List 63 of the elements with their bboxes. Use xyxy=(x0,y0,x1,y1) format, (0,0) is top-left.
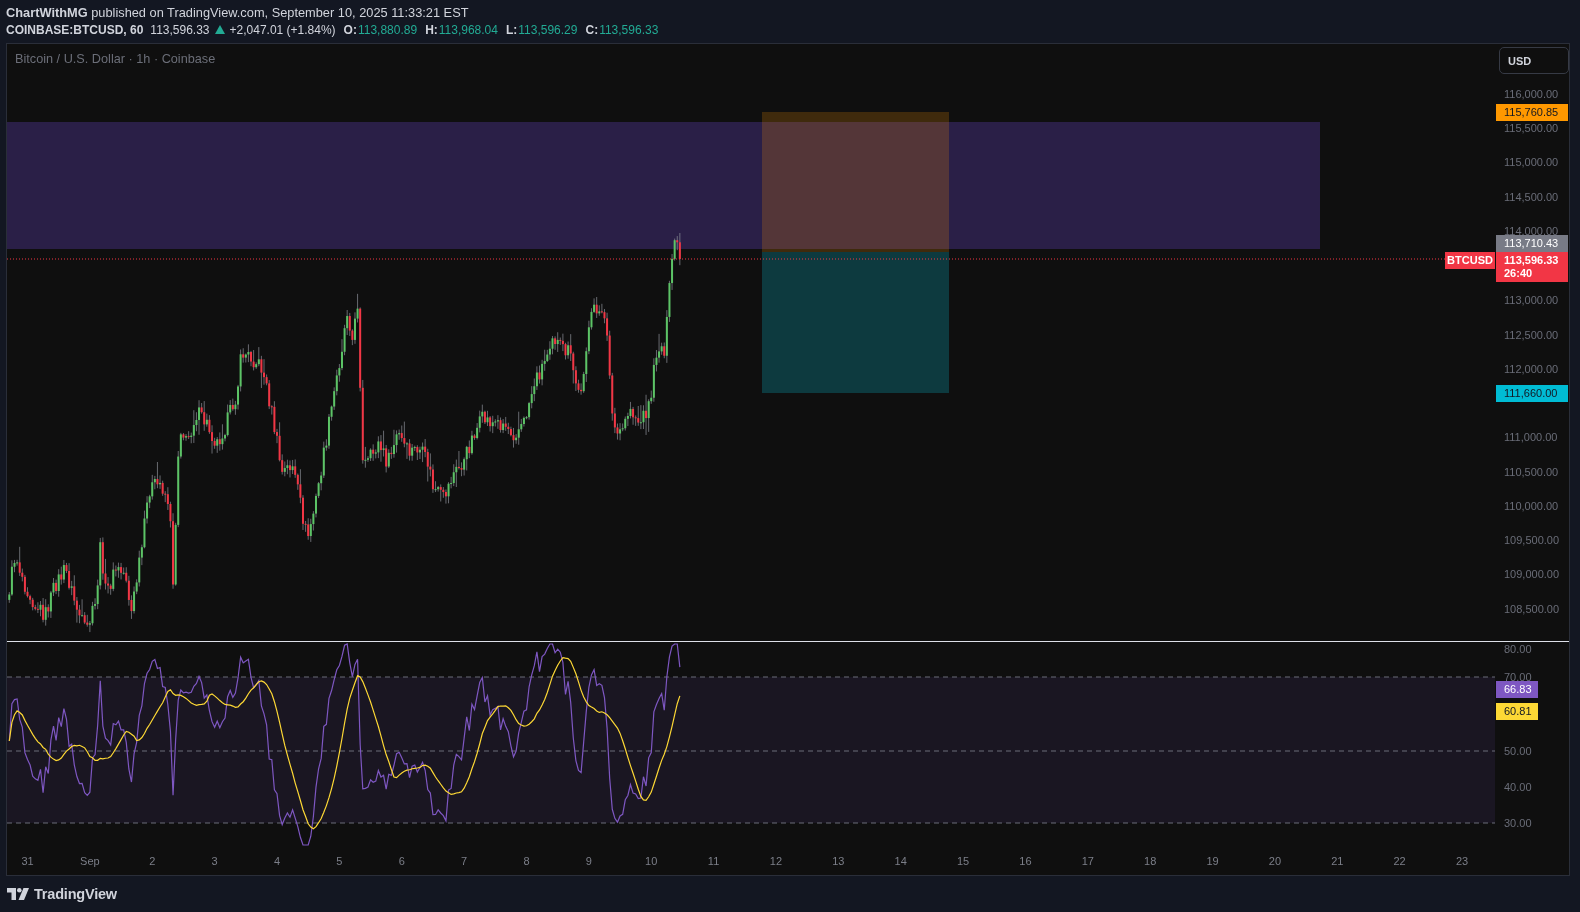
price-scale-label: 114,500.00 xyxy=(1504,190,1559,204)
currency-button[interactable]: USD xyxy=(1499,47,1569,74)
price-scale-label: 109,500.00 xyxy=(1504,533,1560,547)
price-scale-label: 115,000.00 xyxy=(1504,155,1559,169)
price-scale-label: 115,500.00 xyxy=(1504,121,1559,135)
ohlc-reading: L:113,596.29 xyxy=(505,22,578,37)
time-scale-label: 13 xyxy=(832,854,845,868)
indicator-value-label: 66.83 xyxy=(1496,681,1538,698)
time-scale-label: 18 xyxy=(1144,854,1157,868)
indicator-value-label: 60.81 xyxy=(1496,703,1538,720)
price-scale-label: 114,000.00 xyxy=(1504,224,1559,238)
time-scale-label: 4 xyxy=(273,854,281,868)
price-scale-label: 112,500.00 xyxy=(1504,328,1559,342)
price-scale-label: 109,000.00 xyxy=(1504,567,1560,581)
rsi-scale-label: 50.00 xyxy=(1504,744,1532,758)
rsi-scale-label: 30.00 xyxy=(1504,816,1532,830)
time-scale-label: 5 xyxy=(336,854,343,868)
time-scale-label: 21 xyxy=(1331,854,1344,868)
time-scale-label: 17 xyxy=(1081,854,1094,868)
time-scale-label: 19 xyxy=(1206,854,1219,868)
ohlc-reading: O:113,880.89 xyxy=(343,22,418,37)
price-scale-label: 113,000.00 xyxy=(1504,293,1559,307)
time-scale-label: 10 xyxy=(645,854,658,868)
price-scale-label: 116,000.00 xyxy=(1504,87,1559,101)
last-price: 113,596.33 xyxy=(150,22,210,37)
price-label: 113,710.43 xyxy=(1496,235,1568,252)
chart-title: Bitcoin / U.S. Dollar · 1h · Coinbase xyxy=(15,52,216,66)
time-scale-label: 11 xyxy=(707,854,720,868)
time-scale-label: 7 xyxy=(461,854,468,868)
rsi-scale-label: 70.00 xyxy=(1504,670,1532,684)
price-label: 111,660.00 xyxy=(1496,385,1568,402)
time-scale-label: 8 xyxy=(523,854,530,868)
time-scale-label: 2 xyxy=(149,854,156,868)
time-scale-label: 31 xyxy=(21,854,34,868)
rsi-scale-label: 40.00 xyxy=(1504,780,1532,794)
symbol-name: COINBASE:BTCUSD, 60 xyxy=(6,22,144,37)
time-scale-label: 9 xyxy=(585,854,592,868)
price-label: 115,760.85 xyxy=(1496,104,1568,121)
price-scale-label: 110,500.00 xyxy=(1504,465,1559,479)
time-scale-label: 20 xyxy=(1268,854,1281,868)
price-change: +2,047.01 (+1.84%) xyxy=(229,22,336,37)
time-scale-label: 3 xyxy=(211,854,218,868)
brand-name: TradingView xyxy=(34,886,117,902)
price-scale-label: 112,000.00 xyxy=(1504,362,1559,376)
time-scale-label: 22 xyxy=(1393,854,1406,868)
time-scale-label: 6 xyxy=(398,854,405,868)
rsi-scale-label: 80.00 xyxy=(1504,642,1532,656)
symbol-tag: BTCUSD xyxy=(1445,252,1495,269)
price-scale-label: 110,000.00 xyxy=(1504,499,1559,513)
time-scale-label: 16 xyxy=(1019,854,1032,868)
price-scale-label: 108,500.00 xyxy=(1504,602,1560,616)
publish-byline: ChartWithMG published on TradingView.com, September 10, 2025 11:33:21 EST xyxy=(6,5,469,20)
logo-icon xyxy=(7,888,29,900)
time-scale-label: 15 xyxy=(956,854,970,868)
countdown-timer: 26:40 xyxy=(1504,267,1534,280)
ohlc-reading: C:113,596.33 xyxy=(585,22,659,37)
ohlc-reading: H:113,968.04 xyxy=(425,22,498,37)
time-scale-label: 23 xyxy=(1455,854,1469,868)
time-scale-label: Sep xyxy=(80,854,100,868)
time-scale-label: 12 xyxy=(769,854,783,868)
price-scale-label: 111,000.00 xyxy=(1504,430,1558,444)
last-price-value: 113,596.33 xyxy=(1504,254,1560,267)
time-scale-label: 14 xyxy=(894,854,907,868)
